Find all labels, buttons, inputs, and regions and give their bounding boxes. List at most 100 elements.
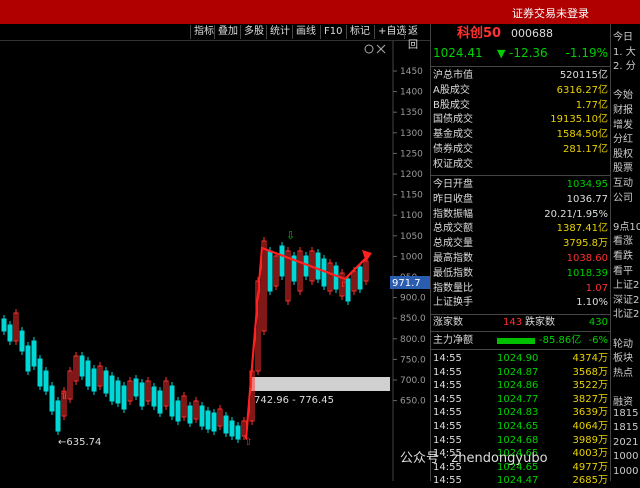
side-panel-item[interactable]: 北证2 [613, 305, 639, 320]
price-axis-label: 1200 [400, 170, 423, 180]
netflow-value: -85.86亿 [539, 335, 582, 346]
side-panel-item[interactable]: 看跌 [613, 247, 633, 262]
up-marker-icon: ⇧ [244, 437, 252, 448]
side-panel-item[interactable]: 股权 [613, 145, 633, 160]
stat-row: 总成交额 1387.41亿 [431, 221, 611, 236]
stat-label: 总成交额 [433, 223, 473, 235]
toolbar-f10[interactable]: F10 [320, 25, 345, 39]
candle-body [139, 382, 145, 407]
side-info-panel: 今日 1. 大 2. 分今始 财报 增发 分红 股权 股票 互动 公司 9点10 看涨 看跌 看平 上证2 深… [610, 24, 640, 481]
side-panel-item[interactable]: 股票 [613, 159, 633, 174]
index-change-pct: -1.19% [565, 46, 608, 60]
price-axis-label: 1050 [400, 232, 423, 242]
toolbar-indicator[interactable]: 指标 [190, 25, 217, 39]
stat-row: 权证成交 [431, 157, 611, 172]
side-panel-item[interactable]: 财报 [613, 101, 633, 116]
side-panel-item[interactable]: 9点10 [613, 218, 640, 233]
current-price-value: 971.7 [392, 278, 421, 289]
side-panel-item[interactable]: 今日 [613, 28, 633, 43]
candle-body [175, 400, 181, 422]
stat-row: 总成交量 3795.8万 [431, 236, 611, 251]
candle-body [7, 324, 13, 342]
side-panel-item[interactable]: 分红 [613, 130, 633, 145]
side-panel-item[interactable]: 增发 [613, 116, 633, 131]
side-panel-item[interactable]: 公司 [613, 189, 633, 204]
stat-row: 指数振幅 20.21/1.95% [431, 207, 611, 222]
low-price-label: ←635.74 [58, 437, 101, 448]
price-axis-label: 850.0 [400, 314, 426, 324]
side-panel-item[interactable]: 融资 [613, 393, 633, 408]
down-arrow-icon: ▼ [497, 47, 506, 60]
side-panel-item[interactable]: 1000 [613, 466, 638, 477]
stat-row: 最高指数 1038.60 [431, 251, 611, 266]
candle-body [315, 252, 321, 280]
side-panel-item[interactable]: 1000 [613, 451, 638, 462]
toolbar-stats[interactable]: 统计 [266, 25, 293, 39]
side-panel-item[interactable]: 1815 [613, 408, 638, 419]
toolbar-overlay[interactable]: 叠加 [214, 25, 241, 39]
stat-label: 债券成交 [433, 144, 473, 155]
stat-value: 1034.95 [566, 179, 608, 190]
stat-row: 最低指数 1018.39 [431, 266, 611, 281]
login-status[interactable]: 证券交易未登录 [512, 5, 589, 21]
down-count-label: 跌家数 [525, 317, 555, 328]
candle-body [187, 405, 193, 424]
candle-body [55, 400, 61, 432]
stat-value: 1.07 [585, 282, 608, 294]
price-axis-label: 700.0 [400, 376, 426, 386]
stat-value: 1038.60 [566, 253, 608, 264]
price-axis-label: 900.0 [400, 294, 426, 304]
stat-row: 债券成交 281.17亿 [431, 142, 611, 157]
candle-body [1, 318, 7, 332]
stat-value: 1036.77 [566, 193, 608, 205]
stat-value: 3795.8万 [563, 238, 608, 250]
netflow-pct: -6% [588, 335, 608, 346]
stat-label: 国债成交 [433, 114, 473, 126]
kline-chart[interactable]: 742.96 - 776.45 ←635.74 1450 1400 1350 1300… [0, 41, 430, 481]
stat-row: 今日开盘 1034.95 [431, 177, 611, 192]
side-panel-item[interactable]: 看涨 [613, 232, 633, 247]
side-panel-item[interactable]: 2. 分 [613, 57, 636, 72]
stat-row: 上证换手 1.10% [431, 295, 611, 310]
down-count: 430 [588, 317, 608, 328]
chart-toolbar: 指标 叠加 多股 统计 画线 F10 标记 +自选 返回 [0, 24, 430, 51]
netflow-label: 主力净额 [433, 335, 473, 346]
candle-body [37, 358, 43, 387]
toolbar-multi-stock[interactable]: 多股 [240, 25, 267, 39]
stat-value: 1387.41亿 [556, 223, 608, 235]
side-panel-item[interactable]: 深证2 [613, 291, 639, 306]
side-panel-item[interactable]: 轮动 [613, 335, 633, 350]
stat-row: A股成交 6316.27亿 [431, 83, 611, 98]
side-panel-item[interactable]: 互动 [613, 174, 633, 189]
candle-body [205, 410, 211, 430]
side-panel-item[interactable]: 热点 [613, 364, 633, 379]
stat-value: 1018.39 [566, 267, 608, 279]
candle-body [25, 345, 31, 372]
candle-body [211, 412, 217, 432]
stat-label: 总成交量 [433, 238, 473, 250]
stat-row: 昨日收盘 1036.77 [431, 192, 611, 207]
price-axis-label: 1150 [400, 191, 423, 201]
side-panel-item[interactable]: 1815 [613, 422, 638, 433]
toolbar-mark[interactable]: 标记 [346, 25, 373, 39]
stat-value: 520115亿 [559, 70, 608, 81]
candle-body [279, 245, 285, 277]
candle-body [235, 425, 241, 440]
price-axis-label: 1400 [400, 88, 423, 98]
settings-icon[interactable] [364, 44, 374, 54]
stat-value: 20.21/1.95% [544, 208, 608, 220]
side-panel-item[interactable]: 今始 [613, 86, 633, 101]
side-panel-item[interactable]: 1. 大 [613, 43, 636, 58]
candle-body [115, 380, 121, 404]
close-icon[interactable] [376, 44, 386, 54]
toolbar-back[interactable]: 返回 [404, 25, 430, 51]
candle-body [49, 385, 55, 412]
side-panel-item[interactable]: 上证2 [613, 276, 639, 291]
side-panel-item[interactable]: 看平 [613, 262, 633, 277]
toolbar-draw-line[interactable]: 画线 [292, 25, 319, 39]
stat-label: 沪总市值 [433, 70, 473, 81]
stat-label: B股成交 [433, 99, 470, 111]
candle-body [133, 378, 139, 397]
side-panel-item[interactable]: 2021 [613, 437, 638, 448]
side-panel-item[interactable]: 板块 [613, 349, 633, 364]
